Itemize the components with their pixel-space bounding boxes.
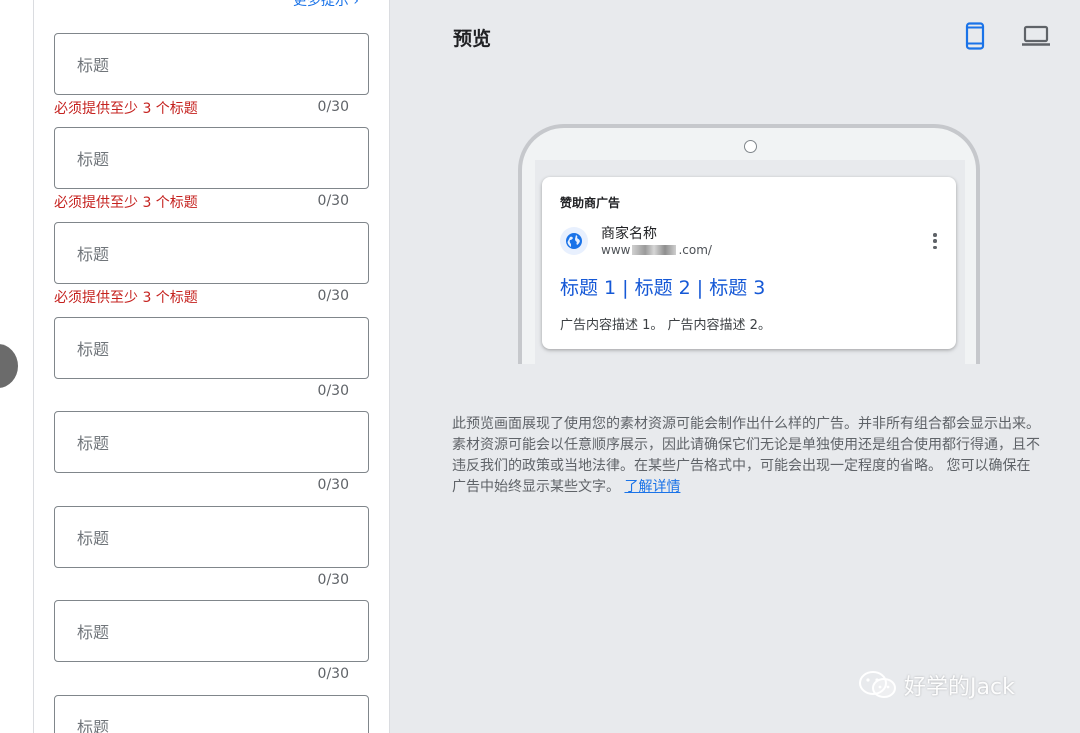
char-counter: 0/30 — [317, 288, 349, 304]
headline-field: 标题 必须提供至少 3 个标题 0/30 — [54, 127, 369, 215]
smartphone-icon[interactable] — [957, 19, 993, 53]
headline-input[interactable]: 标题 — [54, 506, 369, 568]
more-tips-link[interactable]: 更多提示 › — [293, 0, 359, 10]
business-name: 商家名称 — [601, 226, 657, 242]
laptop-icon[interactable] — [1018, 19, 1054, 53]
char-counter: 0/30 — [317, 99, 349, 115]
headline-input[interactable]: 标题 — [54, 222, 369, 284]
more-tips-label: 更多提示 — [292, 0, 349, 9]
headline-input[interactable]: 标题 — [54, 33, 369, 95]
headline-error: 必须提供至少 3 个标题 — [54, 195, 198, 211]
display-url: www .com/ — [601, 243, 712, 257]
char-counter: 0/30 — [317, 477, 349, 493]
chevron-right-icon: › — [353, 0, 359, 9]
headline-input[interactable]: 标题 — [54, 127, 369, 189]
headline-input[interactable]: 标题 — [54, 600, 369, 662]
camera-icon — [744, 140, 757, 153]
headline-placeholder: 标题 — [77, 623, 110, 642]
watermark: 好学的Jack — [858, 668, 1015, 702]
url-prefix: www — [601, 243, 631, 257]
headline-field: 标题 0/30 — [54, 600, 369, 688]
char-counter: 0/30 — [317, 572, 349, 588]
char-counter: 0/30 — [317, 666, 349, 682]
headline-placeholder: 标题 — [77, 56, 110, 75]
headline-placeholder: 标题 — [77, 529, 110, 548]
headline-field: 标题 必须提供至少 3 个标题 0/30 — [54, 33, 369, 121]
learn-more-link[interactable]: 了解详情 — [624, 479, 680, 495]
redacted-domain — [632, 245, 677, 255]
watermark-text: 好学的Jack — [904, 675, 1015, 700]
headline-input[interactable]: 标题 — [54, 411, 369, 473]
char-counter: 0/30 — [317, 193, 349, 209]
globe-icon — [560, 227, 588, 255]
headline-field: 标题 0/30 — [54, 411, 369, 499]
headline-field: 标题 — [54, 695, 369, 733]
wechat-icon — [859, 671, 896, 698]
headline-input[interactable]: 标题 — [54, 317, 369, 379]
headline-field: 标题 0/30 — [54, 506, 369, 594]
headline-input[interactable]: 标题 — [54, 695, 369, 733]
headline-placeholder: 标题 — [77, 150, 110, 169]
headline-field: 标题 必须提供至少 3 个标题 0/30 — [54, 222, 369, 310]
headline-placeholder: 标题 — [77, 434, 110, 453]
disclaimer-text: 此预览画面展现了使用您的素材资源可能会制作出什么样的广告。并非所有组合都会显示出… — [452, 416, 1040, 495]
headline-form-panel: 更多提示 › 标题 必须提供至少 3 个标题 0/30 标题 必须提供至少 3 … — [33, 0, 390, 733]
headline-error: 必须提供至少 3 个标题 — [54, 101, 198, 117]
preview-title: 预览 — [453, 28, 492, 50]
headline-placeholder: 标题 — [77, 245, 110, 264]
sponsored-label: 赞助商广告 — [560, 196, 621, 210]
ad-preview-card: 赞助商广告 商家名称 www .com/ 标题 1 | 标题 2 | 标题 3 广… — [542, 177, 956, 349]
headline-placeholder: 标题 — [77, 340, 110, 359]
headline-error: 必须提供至少 3 个标题 — [54, 290, 198, 306]
headline-placeholder: 标题 — [77, 718, 110, 733]
headline-field: 标题 0/30 — [54, 317, 369, 405]
preview-disclaimer: 此预览画面展现了使用您的素材资源可能会制作出什么样的广告。并非所有组合都会显示出… — [452, 414, 1042, 498]
ad-headline: 标题 1 | 标题 2 | 标题 3 — [560, 277, 766, 299]
url-suffix: .com/ — [678, 243, 712, 257]
more-vert-icon[interactable] — [932, 233, 938, 249]
char-counter: 0/30 — [317, 383, 349, 399]
ad-description: 广告内容描述 1。 广告内容描述 2。 — [560, 318, 771, 333]
